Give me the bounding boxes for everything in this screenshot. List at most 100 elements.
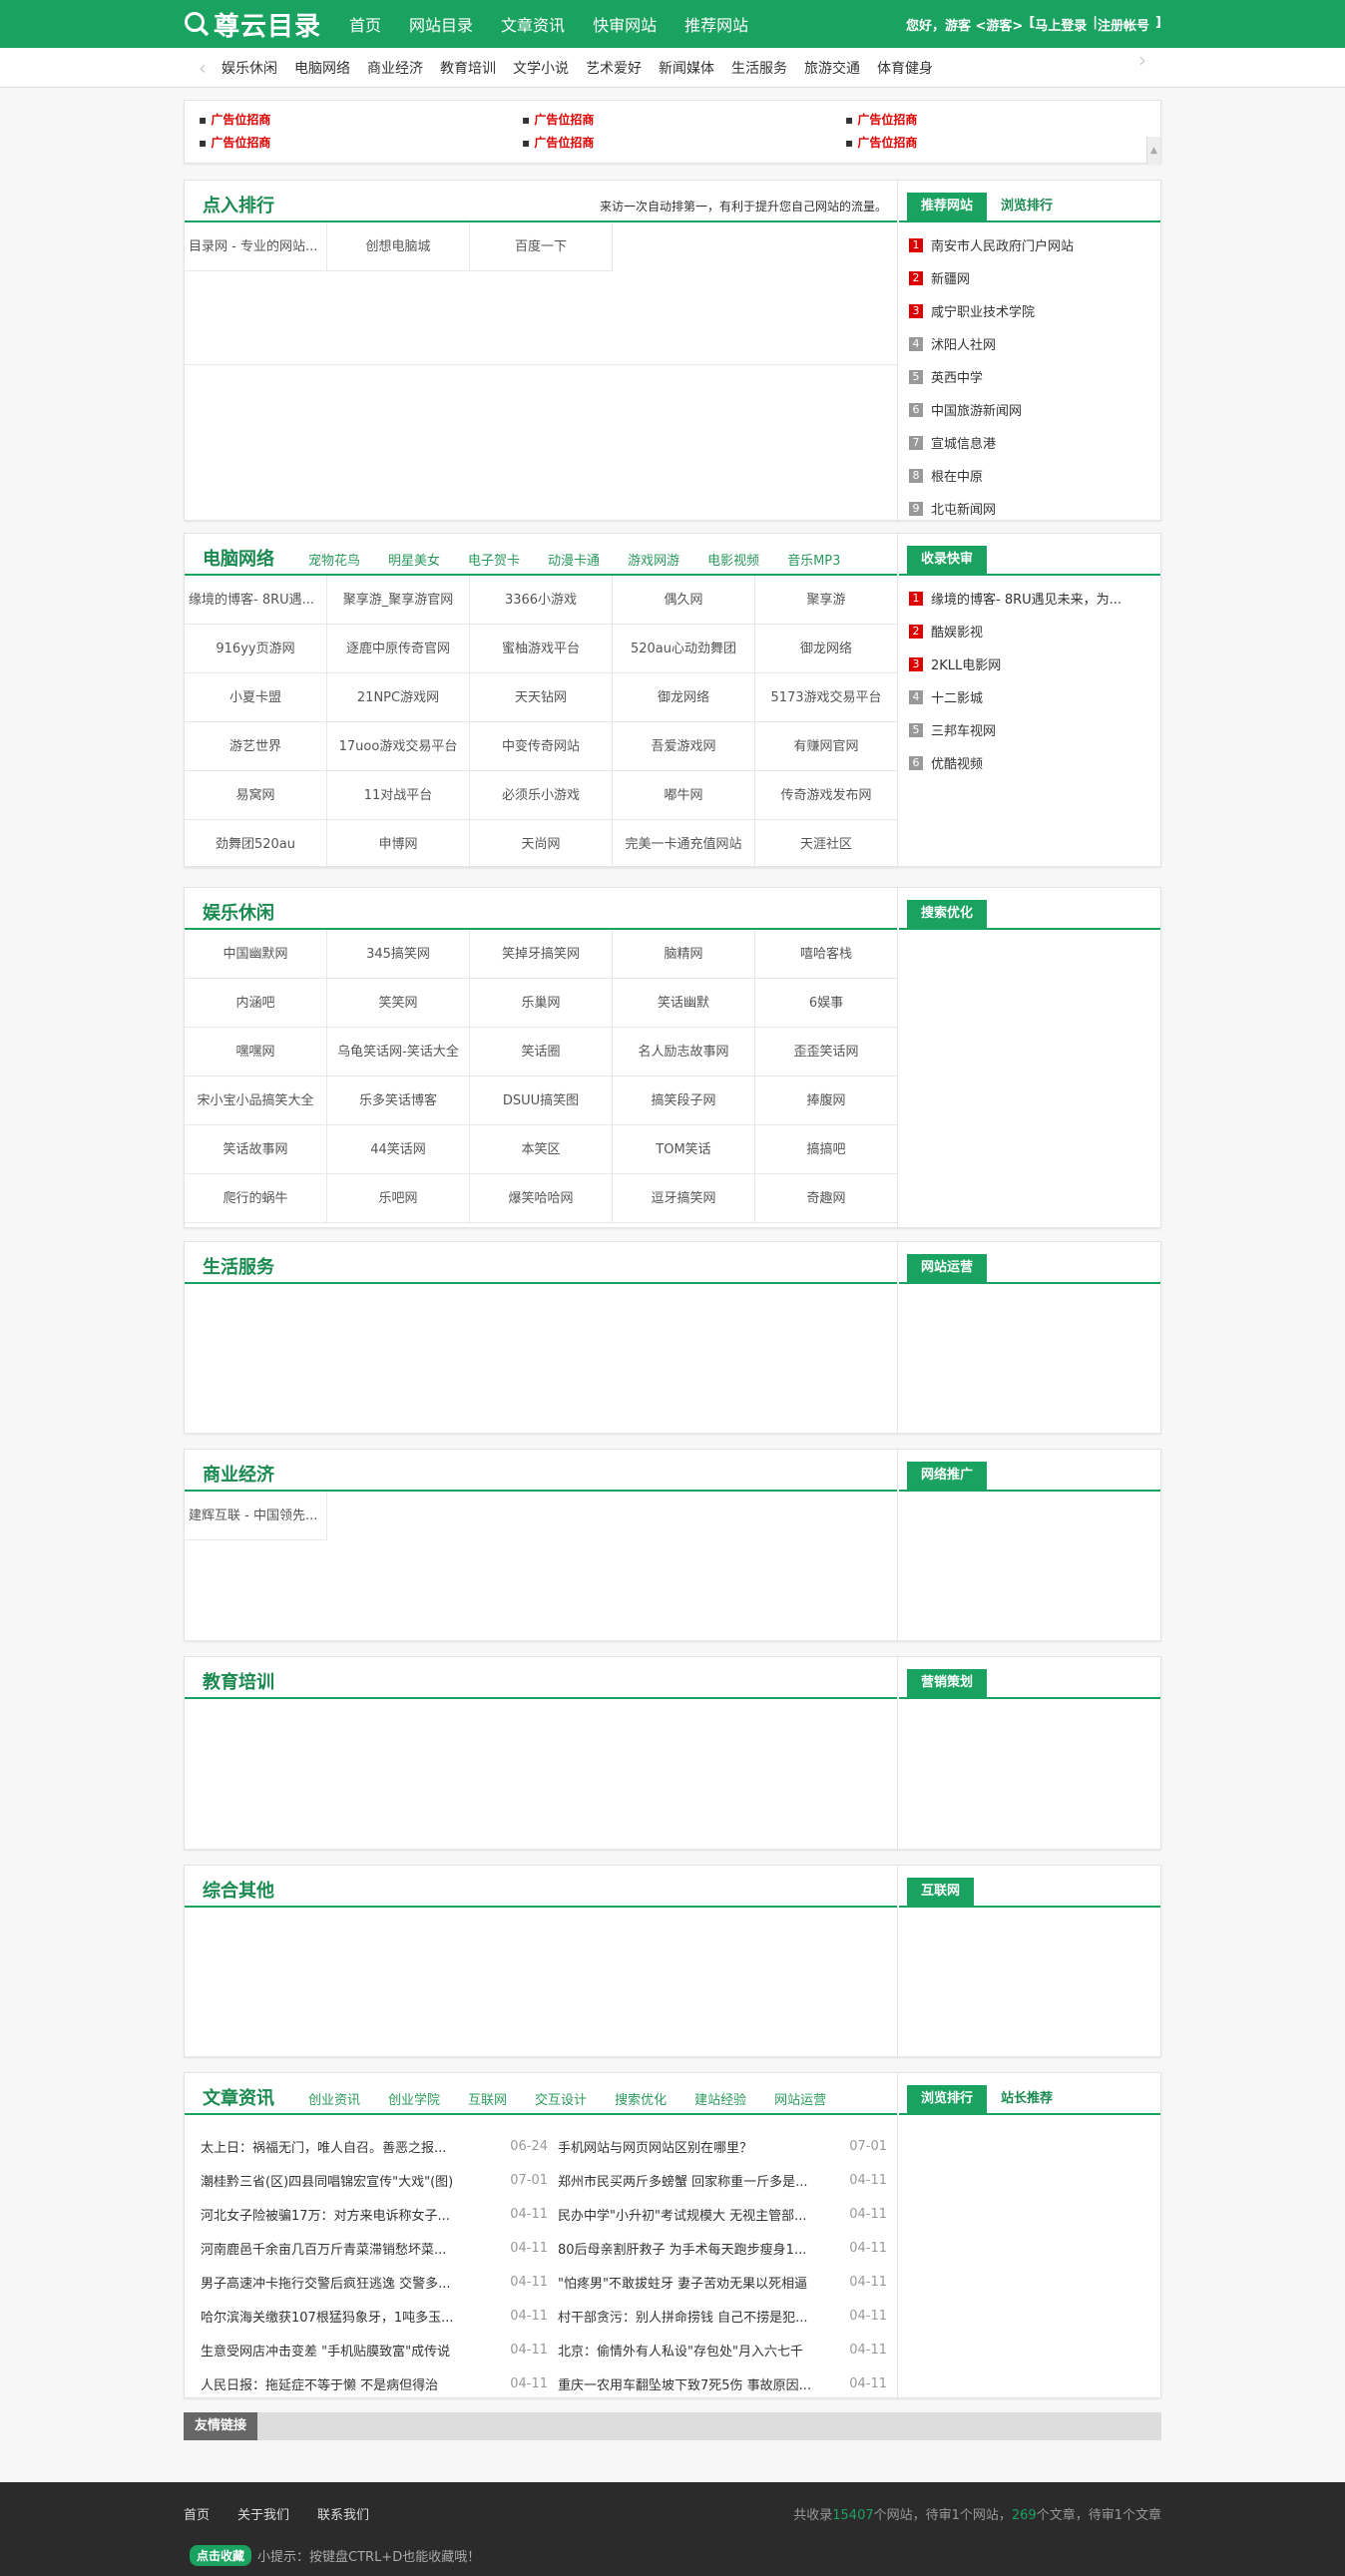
site-link[interactable]: 笑话故事网 <box>185 1125 327 1174</box>
list-item[interactable]: 5 三邦车视网 <box>909 713 1160 746</box>
site-link[interactable]: 笑话幽默 <box>613 979 755 1028</box>
bookmark-button[interactable]: 点击收藏 <box>190 2545 252 2566</box>
site-link[interactable]: 劲舞团520au <box>185 820 327 869</box>
list-item[interactable]: 潮桂黔三省(区)四县同唱锦宏宣传"大戏"(图) 07-01 <box>201 2163 548 2197</box>
list-item[interactable]: 1 缘境的博客- 8RU遇见未来，为... <box>909 582 1160 615</box>
site-link[interactable]: 游艺世界 <box>185 722 327 771</box>
site-link[interactable]: 捧腹网 <box>755 1076 898 1125</box>
list-item[interactable]: 河南鹿邑千余亩几百万斤青菜滞销愁坏菜... 04-11 <box>201 2231 548 2265</box>
category-link[interactable]: 生活服务 <box>731 58 787 78</box>
list-item[interactable]: 3 2KLL电影网 <box>909 647 1160 680</box>
site-link[interactable]: 笑笑网 <box>327 979 470 1028</box>
category-link[interactable]: 体育健身 <box>877 58 933 78</box>
site-link[interactable]: 御龙网络 <box>613 673 755 722</box>
site-link[interactable]: 申博网 <box>327 820 470 869</box>
nav-articles[interactable]: 文章资讯 <box>501 12 565 36</box>
list-item[interactable]: 6 中国旅游新闻网 <box>909 393 1160 426</box>
tab-view-ranking[interactable]: 浏览排行 <box>987 193 1067 220</box>
tab-recommended[interactable]: 推荐网站 <box>907 193 988 220</box>
site-link[interactable]: 5173游戏交易平台 <box>755 673 898 722</box>
site-link[interactable]: 17uoo游戏交易平台 <box>327 722 470 771</box>
site-link[interactable]: 搞搞吧 <box>755 1125 898 1174</box>
sub-category-link[interactable]: 网站运营 <box>774 2089 826 2108</box>
sub-category-link[interactable]: 宠物花鸟 <box>308 550 360 569</box>
site-link[interactable]: 蜜柚游戏平台 <box>470 625 613 673</box>
list-item[interactable]: 人民日报：拖延症不等于懒 不是病但得治 04-11 <box>201 2366 548 2400</box>
category-link[interactable]: 娱乐休闲 <box>222 58 277 78</box>
list-item[interactable]: 80后母亲割肝救子 为手术每天跑步瘦身1... 04-11 <box>558 2231 887 2265</box>
site-link[interactable]: 易窝网 <box>185 771 327 820</box>
category-link[interactable]: 新闻媒体 <box>659 58 714 78</box>
nav-directory[interactable]: 网站目录 <box>409 12 473 36</box>
nav-recommended[interactable]: 推荐网站 <box>684 12 748 36</box>
site-link[interactable]: 本笑区 <box>470 1125 613 1174</box>
list-item[interactable]: "怕疼男"不敢拔蛀牙 妻子苦劝无果以死相逼 04-11 <box>558 2265 887 2299</box>
sub-category-link[interactable]: 互联网 <box>468 2089 507 2108</box>
sub-category-link[interactable]: 搜索优化 <box>615 2089 667 2108</box>
site-link[interactable]: 乐巢网 <box>470 979 613 1028</box>
sub-category-link[interactable]: 电子贺卡 <box>468 550 520 569</box>
footer-link-home[interactable]: 首页 <box>184 2504 210 2523</box>
list-item[interactable]: 1 南安市人民政府门户网站 <box>909 228 1160 261</box>
site-link[interactable]: 6娱事 <box>755 979 898 1028</box>
site-link[interactable]: 聚享游 <box>755 576 898 625</box>
site-link[interactable]: 百度一下 <box>470 222 613 271</box>
site-link[interactable]: 天尚网 <box>470 820 613 869</box>
sub-category-link[interactable]: 动漫卡通 <box>548 550 600 569</box>
site-link[interactable]: DSUU搞笑图 <box>470 1076 613 1125</box>
site-link[interactable]: 爬行的蜗牛 <box>185 1174 327 1223</box>
site-link[interactable]: 御龙网络 <box>755 625 898 673</box>
site-link[interactable]: 44笑话网 <box>327 1125 470 1174</box>
site-link[interactable]: 乐多笑话博客 <box>327 1076 470 1125</box>
login-link[interactable]: 马上登录 <box>1035 15 1087 34</box>
site-link[interactable]: 3366小游戏 <box>470 576 613 625</box>
ad-slot[interactable]: 广告位招商 <box>199 134 522 151</box>
list-item[interactable]: 北京：偷情外有人私设"存包处"月入六七千 04-11 <box>558 2333 887 2366</box>
sub-category-link[interactable]: 游戏网游 <box>628 550 679 569</box>
site-link[interactable]: 脑精网 <box>613 930 755 979</box>
site-link[interactable]: 天涯社区 <box>755 820 898 869</box>
sub-category-link[interactable]: 明星美女 <box>388 550 440 569</box>
category-link[interactable]: 教育培训 <box>440 58 496 78</box>
site-link[interactable]: 嘻哈客栈 <box>755 930 898 979</box>
ad-slot[interactable]: 广告位招商 <box>522 134 845 151</box>
site-link[interactable]: 21NPC游戏网 <box>327 673 470 722</box>
list-item[interactable]: 7 宣城信息港 <box>909 426 1160 459</box>
logo[interactable]: 尊云目录 <box>184 6 321 43</box>
register-link[interactable]: 注册帐号 <box>1098 15 1149 34</box>
tab-seo[interactable]: 搜索优化 <box>907 900 988 928</box>
site-link[interactable]: 中变传奇网站 <box>470 722 613 771</box>
site-link[interactable]: 逗牙搞笑网 <box>613 1174 755 1223</box>
list-item[interactable]: 哈尔滨海关缴获107根猛犸象牙，1吨多玉... 04-11 <box>201 2299 548 2333</box>
site-link[interactable]: 916yy页游网 <box>185 625 327 673</box>
site-link[interactable]: 宋小宝小品搞笑大全 <box>185 1076 327 1125</box>
tab-view-ranking[interactable]: 浏览排行 <box>907 2085 988 2113</box>
site-link[interactable]: 乌龟笑话网-笑话大全 <box>327 1028 470 1076</box>
site-link[interactable]: 笑话圈 <box>470 1028 613 1076</box>
list-item[interactable]: 3 咸宁职业技术学院 <box>909 294 1160 327</box>
list-item[interactable]: 5 英西中学 <box>909 360 1160 393</box>
site-link[interactable]: 内涵吧 <box>185 979 327 1028</box>
list-item[interactable]: 4 沭阳人社网 <box>909 327 1160 360</box>
site-link[interactable]: 乐吧网 <box>327 1174 470 1223</box>
tab-marketing[interactable]: 营销策划 <box>907 1669 988 1697</box>
nav-home[interactable]: 首页 <box>349 12 381 36</box>
list-item[interactable]: 6 优酷视频 <box>909 746 1160 779</box>
list-item[interactable]: 民办中学"小升初"考试规模大 无视主管部... 04-11 <box>558 2197 887 2231</box>
site-link[interactable]: 520au心动劲舞团 <box>613 625 755 673</box>
site-link[interactable]: 奇趣网 <box>755 1174 898 1223</box>
list-item[interactable]: 8 根在中原 <box>909 459 1160 492</box>
site-link[interactable]: 345搞笑网 <box>327 930 470 979</box>
chevron-right-icon[interactable]: › <box>1123 48 1161 88</box>
sub-category-link[interactable]: 交互设计 <box>535 2089 587 2108</box>
site-link[interactable]: 歪歪笑话网 <box>755 1028 898 1076</box>
ad-slot[interactable]: 广告位招商 <box>845 134 1144 151</box>
site-link[interactable]: 笑掉牙搞笑网 <box>470 930 613 979</box>
category-link[interactable]: 艺术爱好 <box>586 58 642 78</box>
tab-site-operation[interactable]: 网站运营 <box>907 1254 988 1282</box>
tab-fast-review[interactable]: 收录快审 <box>907 546 988 574</box>
ad-slot[interactable]: 广告位招商 <box>522 111 845 128</box>
list-item[interactable]: 太上日：祸福无门，唯人自召。善恶之报... 06-24 <box>201 2129 548 2163</box>
sub-category-link[interactable]: 建站经验 <box>694 2089 746 2108</box>
site-link[interactable]: 中国幽默网 <box>185 930 327 979</box>
